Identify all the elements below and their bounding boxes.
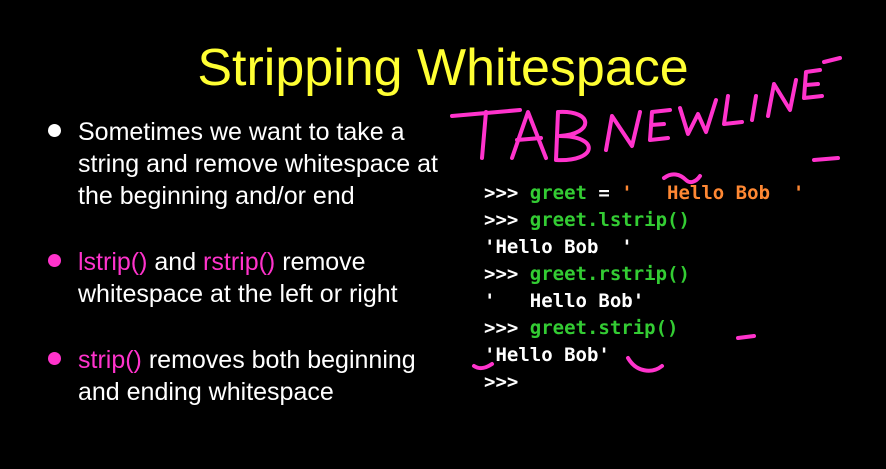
ink-letter-e2 bbox=[802, 68, 824, 100]
handwritten-annotation-layer bbox=[450, 56, 842, 373]
ink-letter-e bbox=[648, 108, 672, 142]
ink-dash-top bbox=[822, 56, 842, 64]
ink-curve-right bbox=[626, 356, 664, 373]
ink-letter-n bbox=[604, 110, 642, 152]
ink-underline-string-end bbox=[812, 156, 840, 162]
ink-mark-string-start bbox=[662, 172, 702, 185]
ink-letter-l bbox=[722, 94, 744, 126]
ink-dash-strip bbox=[736, 334, 756, 340]
ink-letter-a bbox=[510, 110, 548, 160]
ink-letter-b bbox=[554, 109, 591, 163]
ink-underline-left bbox=[472, 362, 494, 371]
ink-letter-t bbox=[450, 108, 522, 160]
ink-letter-w bbox=[678, 98, 718, 136]
ink-letter-i bbox=[750, 94, 758, 122]
ink-letter-n2 bbox=[766, 78, 798, 118]
